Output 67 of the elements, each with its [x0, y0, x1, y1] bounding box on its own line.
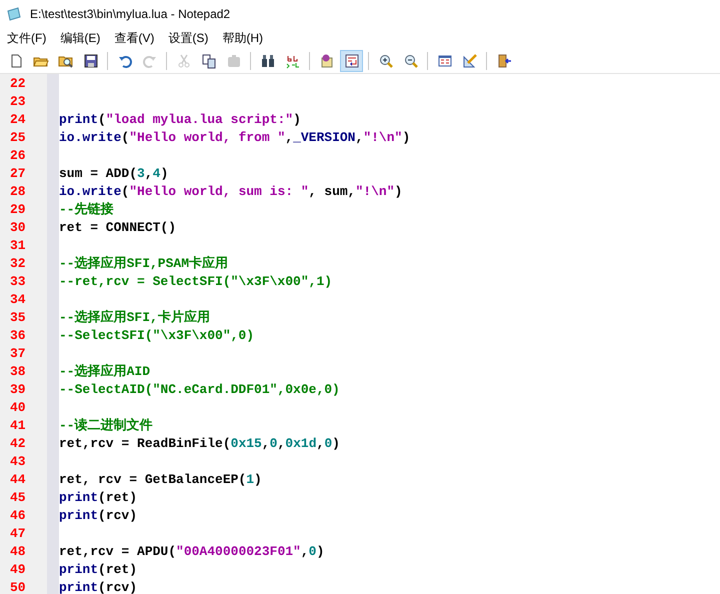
menu-item[interactable]: 编辑(E) [55, 29, 106, 47]
code-line: print(rcv) [59, 579, 138, 594]
window-list-icon [436, 52, 452, 68]
code-line: ret,rcv = ReadBinFile(0x15,0,0x1d,0) [59, 435, 340, 453]
menu-item[interactable]: 设置(S) [163, 29, 214, 47]
code-line: io.write("Hello world, sum is: ", sum,"!\n") [59, 183, 402, 201]
scissors-icon [176, 52, 192, 68]
ruler-pencil-icon [462, 52, 478, 68]
menu-item[interactable]: 文件(F) [2, 29, 52, 47]
line-number: 45 [9, 489, 27, 507]
line-number: 33 [9, 273, 27, 291]
line-number: 25 [9, 129, 27, 147]
word-wrap-icon [344, 52, 360, 68]
line-number: 39 [9, 381, 27, 399]
code-line: --SelectAID("NC.eCard.DDF01",0x0e,0) [59, 381, 340, 399]
line-number: 26 [9, 147, 27, 165]
code-line: ret, rcv = GetBalanceEP(1) [59, 471, 262, 489]
code-line: sum = ADD(3,4) [59, 165, 168, 183]
code-line: ret,rcv = APDU("00A40000023F01",0) [59, 543, 324, 561]
line-number: 32 [9, 255, 27, 273]
clipboard-icon [226, 52, 242, 68]
pin-note-icon [318, 52, 334, 68]
line-number: 49 [9, 561, 27, 579]
window-title: E:\test\test3\bin\mylua.lua - Notepad2 [30, 6, 230, 23]
line-number: 40 [9, 399, 27, 417]
menu-item[interactable]: 帮助(H) [217, 29, 268, 47]
code-line: print(rcv) [59, 507, 138, 525]
line-number: 43 [9, 453, 27, 471]
line-number: 23 [9, 93, 27, 111]
copy-icon [200, 52, 216, 68]
zoom-in-icon [378, 52, 394, 68]
binoculars-icon [260, 52, 276, 68]
code-line: print(ret) [59, 489, 138, 507]
line-number: 28 [9, 183, 27, 201]
code-line: print("load mylua.lua script:") [59, 111, 301, 129]
line-number: 37 [9, 345, 27, 363]
line-number: 31 [9, 237, 27, 255]
line-number: 48 [9, 543, 27, 561]
code-line: --先链接 [59, 201, 114, 219]
line-number: 44 [9, 471, 27, 489]
line-number: 29 [9, 201, 27, 219]
code-line: --选择应用SFI,PSAM卡应用 [59, 255, 228, 273]
code-line: --读二进制文件 [59, 417, 153, 435]
code-line: io.write("Hello world, from ",_VERSION,"!\n") [59, 129, 410, 147]
code-line: ret = CONNECT() [59, 219, 176, 237]
code-line: --选择应用AID [59, 363, 150, 381]
code-line: print(ret) [59, 561, 138, 579]
line-number: 42 [9, 435, 27, 453]
door-exit-icon [496, 52, 512, 68]
menu-item[interactable]: 查看(V) [109, 29, 160, 47]
code-line: --选择应用SFI,卡片应用 [59, 309, 210, 327]
line-number: 46 [9, 507, 27, 525]
line-number: 30 [9, 219, 27, 237]
code-line: --SelectSFI("\x3F\x00",0) [59, 327, 254, 345]
line-number: 36 [9, 327, 27, 345]
line-number: 50 [9, 579, 27, 594]
line-number: 41 [9, 417, 27, 435]
line-number: 24 [9, 111, 27, 129]
line-number: 35 [9, 309, 27, 327]
word-wrap-button[interactable] [340, 50, 363, 72]
line-number: 38 [9, 363, 27, 381]
line-number: 27 [9, 165, 27, 183]
code-line: --ret,rcv = SelectSFI("\x3F\x00",1) [59, 273, 332, 291]
zoom-out-icon [402, 52, 418, 68]
line-number: 47 [9, 525, 27, 543]
line-number: 22 [9, 75, 27, 93]
line-number: 34 [9, 291, 27, 309]
